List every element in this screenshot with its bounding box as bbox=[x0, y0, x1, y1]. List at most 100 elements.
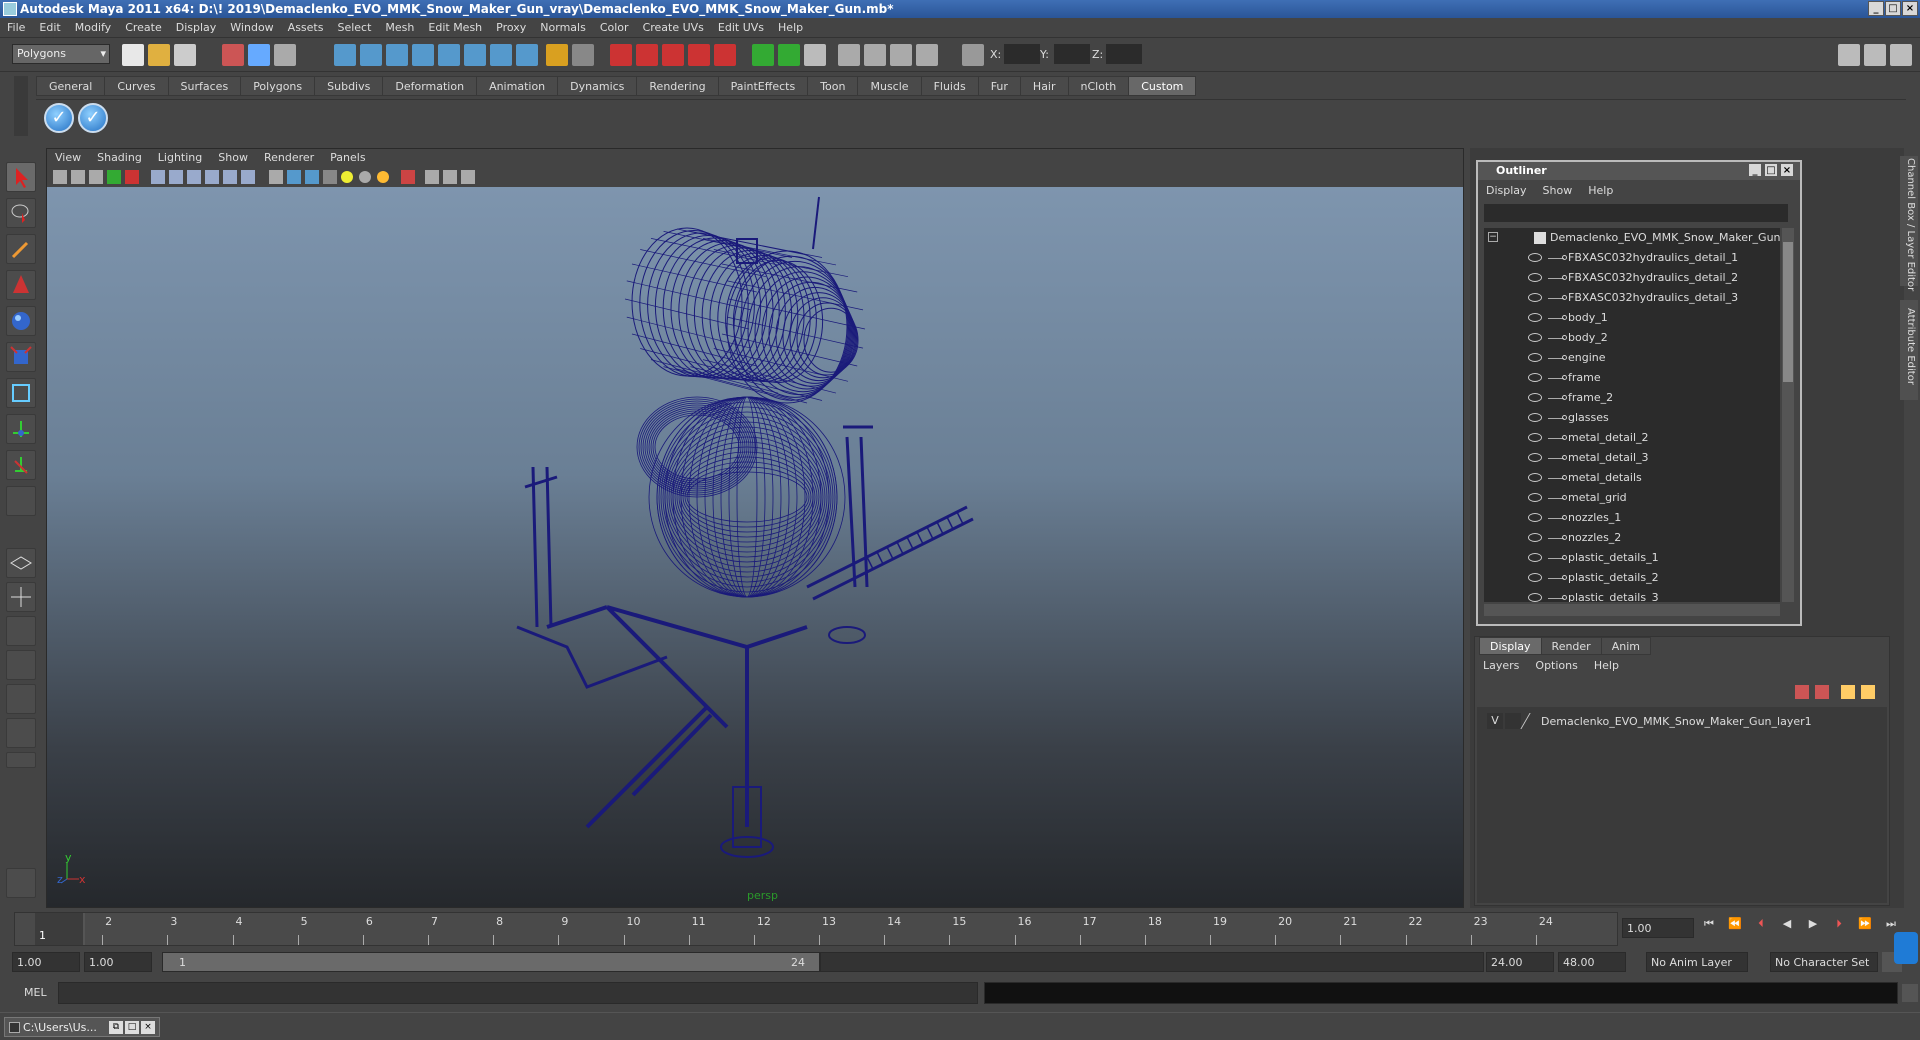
script-editor-icon[interactable] bbox=[1902, 984, 1918, 1002]
camera-select-icon[interactable] bbox=[53, 170, 67, 184]
render-settings-icon[interactable] bbox=[662, 44, 684, 66]
anim-layer-dropdown[interactable]: No Anim Layer bbox=[1646, 952, 1748, 972]
y-field[interactable] bbox=[1054, 44, 1090, 64]
menu-create-uvs[interactable]: Create UVs bbox=[636, 18, 711, 38]
scale-tool-icon[interactable] bbox=[6, 342, 36, 372]
channel-icon[interactable] bbox=[778, 44, 800, 66]
mel-label[interactable]: MEL bbox=[24, 986, 47, 999]
shelf-tab-deformation[interactable]: Deformation bbox=[382, 76, 478, 96]
step-forward-frame-icon[interactable]: ⏵ bbox=[1828, 914, 1850, 934]
xray-icon[interactable] bbox=[425, 170, 439, 184]
shelf-tab-muscle[interactable]: Muscle bbox=[857, 76, 922, 96]
x-field[interactable] bbox=[1004, 44, 1040, 64]
rotate-tool-icon[interactable] bbox=[6, 306, 36, 336]
outliner-item[interactable]: metal_detail_3 bbox=[1484, 448, 1780, 468]
field-chart-icon[interactable] bbox=[205, 170, 219, 184]
menu-edit-mesh[interactable]: Edit Mesh bbox=[421, 18, 489, 38]
layer-menu-options[interactable]: Options bbox=[1527, 659, 1585, 672]
help-icon[interactable] bbox=[516, 44, 538, 66]
shelf-tab-fur[interactable]: Fur bbox=[977, 76, 1021, 96]
outliner-menu-show[interactable]: Show bbox=[1535, 182, 1581, 200]
menu-edit-uvs[interactable]: Edit UVs bbox=[711, 18, 771, 38]
default-light-icon[interactable] bbox=[341, 171, 353, 183]
mel-input[interactable] bbox=[58, 982, 978, 1004]
show-manipulator-icon[interactable] bbox=[6, 450, 36, 480]
shelf-tab-ncloth[interactable]: nCloth bbox=[1067, 76, 1130, 96]
outliner-vertical-scrollbar[interactable] bbox=[1782, 228, 1794, 602]
snap-curve-icon[interactable] bbox=[360, 44, 382, 66]
snap-view-icon[interactable] bbox=[464, 44, 486, 66]
layer-tab-display[interactable]: Display bbox=[1479, 637, 1542, 655]
shelf-tab-toon[interactable]: Toon bbox=[807, 76, 859, 96]
step-forward-key-icon[interactable]: ⏩ bbox=[1854, 914, 1876, 934]
minimized-window[interactable]: C:\Users\Us... ⧉ □ × bbox=[4, 1017, 160, 1037]
outliner-item[interactable]: metal_details bbox=[1484, 468, 1780, 488]
outliner-item[interactable]: FBXASC032hydraulics_detail_3 bbox=[1484, 288, 1780, 308]
menu-proxy[interactable]: Proxy bbox=[489, 18, 533, 38]
snap-grid-icon[interactable] bbox=[334, 44, 356, 66]
ipr-render-icon[interactable] bbox=[636, 44, 658, 66]
shelf-tab-general[interactable]: General bbox=[36, 76, 106, 96]
smooth-shade-icon[interactable] bbox=[287, 170, 301, 184]
paint-select-icon[interactable] bbox=[6, 234, 36, 264]
shelf-tab-dynamics[interactable]: Dynamics bbox=[557, 76, 638, 96]
maximize-icon[interactable]: □ bbox=[125, 1021, 139, 1034]
z-field[interactable] bbox=[1106, 44, 1142, 64]
select-object-icon[interactable] bbox=[248, 44, 270, 66]
shelf-options-icon[interactable] bbox=[14, 76, 28, 136]
outliner-horizontal-scrollbar[interactable] bbox=[1484, 604, 1780, 616]
menu-edit[interactable]: Edit bbox=[32, 18, 67, 38]
outliner-item[interactable]: glasses bbox=[1484, 408, 1780, 428]
outliner-root-item[interactable]: − Demaclenko_EVO_MMK_Snow_Maker_Gun bbox=[1484, 228, 1780, 248]
perspective-viewport[interactable]: persp y x z bbox=[47, 187, 1463, 907]
menu-file[interactable]: File bbox=[0, 18, 32, 38]
layout-icon-2[interactable] bbox=[864, 44, 886, 66]
attribute-editor-toggle-icon[interactable] bbox=[1838, 44, 1860, 66]
layout-icon-1[interactable] bbox=[838, 44, 860, 66]
history-icon[interactable] bbox=[490, 44, 512, 66]
image-plane-icon[interactable] bbox=[107, 170, 121, 184]
soft-mod-icon[interactable] bbox=[6, 414, 36, 444]
outliner-item[interactable]: frame bbox=[1484, 368, 1780, 388]
shelf-tab-rendering[interactable]: Rendering bbox=[636, 76, 719, 96]
checkmark-shelf-icon-1[interactable]: ✓ bbox=[44, 103, 74, 133]
shelf-tab-fluids[interactable]: Fluids bbox=[920, 76, 979, 96]
render-current-icon[interactable] bbox=[610, 44, 632, 66]
xray-joints-icon[interactable] bbox=[443, 170, 457, 184]
outliner-item[interactable]: FBXASC032hydraulics_detail_2 bbox=[1484, 268, 1780, 288]
resolution-gate-icon[interactable] bbox=[169, 170, 183, 184]
layout-icon-4[interactable] bbox=[916, 44, 938, 66]
menu-window[interactable]: Window bbox=[223, 18, 280, 38]
shelf-tab-polygons[interactable]: Polygons bbox=[240, 76, 316, 96]
shelf-tab-custom[interactable]: Custom bbox=[1128, 76, 1197, 96]
camera-attributes-icon[interactable] bbox=[71, 170, 85, 184]
layout-options-icon[interactable] bbox=[6, 752, 36, 768]
current-time-marker[interactable]: 1 bbox=[35, 913, 85, 945]
viewport-menu-lighting[interactable]: Lighting bbox=[150, 149, 210, 167]
outliner-item[interactable]: FBXASC032hydraulics_detail_1 bbox=[1484, 248, 1780, 268]
manipulator-tool-icon[interactable] bbox=[6, 378, 36, 408]
save-scene-icon[interactable] bbox=[174, 44, 196, 66]
film-gate-icon[interactable] bbox=[151, 170, 165, 184]
viewport-menu-show[interactable]: Show bbox=[210, 149, 256, 167]
tool-settings-toggle-icon[interactable] bbox=[1864, 44, 1886, 66]
wireframe-on-shaded-icon[interactable] bbox=[305, 170, 319, 184]
go-to-start-icon[interactable]: ⏮ bbox=[1698, 914, 1720, 934]
menu-select[interactable]: Select bbox=[330, 18, 378, 38]
lasso-tool-icon[interactable] bbox=[6, 198, 36, 228]
time-slider[interactable]: 1234567891011121314151617181920212223241 bbox=[14, 912, 1618, 946]
outliner-maximize-button[interactable]: □ bbox=[1764, 163, 1778, 177]
layer-tab-anim[interactable]: Anim bbox=[1600, 637, 1651, 655]
outliner-item[interactable]: metal_detail_2 bbox=[1484, 428, 1780, 448]
shelf-tab-animation[interactable]: Animation bbox=[476, 76, 559, 96]
viewport-menu-shading[interactable]: Shading bbox=[89, 149, 150, 167]
range-slider-track[interactable] bbox=[820, 952, 1484, 972]
viewport-menu-view[interactable]: View bbox=[47, 149, 89, 167]
bookmark-icon[interactable] bbox=[89, 170, 103, 184]
shadows-icon[interactable] bbox=[377, 171, 389, 183]
outliner-item[interactable]: engine bbox=[1484, 348, 1780, 368]
menu-assets[interactable]: Assets bbox=[281, 18, 331, 38]
go-to-end-icon[interactable]: ⏭ bbox=[1880, 914, 1902, 934]
outliner-menu-help[interactable]: Help bbox=[1580, 182, 1621, 200]
outliner-item[interactable]: nozzles_2 bbox=[1484, 528, 1780, 548]
